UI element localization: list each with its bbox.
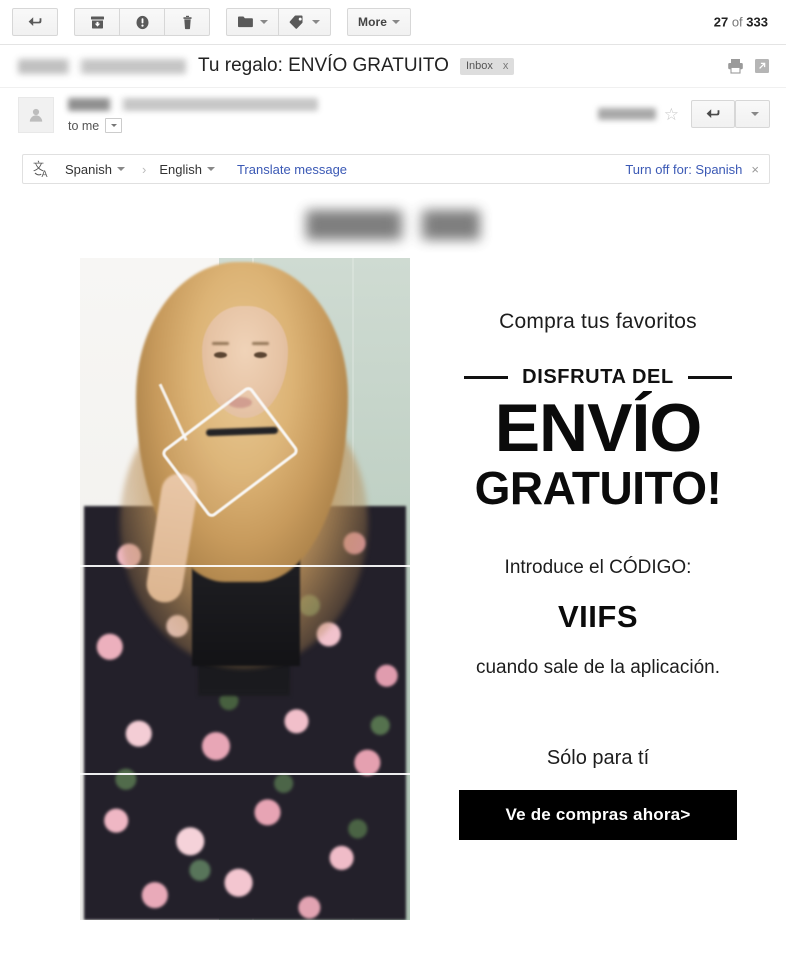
reply-button-group — [691, 100, 770, 128]
toolbar-group-more: More — [347, 8, 412, 36]
labels-tag-icon — [289, 15, 307, 29]
inbox-label-chip[interactable]: Inbox x — [459, 57, 515, 75]
chevron-down-icon — [751, 112, 759, 116]
person-avatar-icon — [26, 105, 46, 125]
model-eyebrow-left — [212, 342, 229, 345]
message-more-options-button[interactable] — [735, 100, 770, 128]
sender-details: to me — [68, 88, 318, 133]
delete-button[interactable] — [164, 8, 210, 36]
star-icon[interactable]: ☆ — [664, 106, 679, 123]
translate-message-link[interactable]: Translate message — [237, 162, 347, 177]
target-language-label: English — [159, 161, 202, 177]
model-eyebrow-right — [252, 342, 269, 345]
model-eye-left — [214, 352, 227, 358]
translate-bar: 文 A Spanish › English Translate message … — [22, 154, 770, 184]
email-body: Compra tus favoritos DISFRUTA DEL ENVÍO … — [0, 184, 786, 920]
translate-bar-right: Turn off for: Spanish × — [625, 162, 759, 177]
shop-now-button[interactable]: Ve de compras ahora> — [459, 789, 737, 840]
redacted-sender-name — [18, 58, 186, 74]
sender-actions: ☆ — [597, 100, 770, 128]
translate-icon: 文 A — [33, 159, 53, 179]
message-counter: 27 of 333 — [714, 15, 768, 30]
source-language-label: Spanish — [65, 161, 112, 177]
report-spam-button[interactable] — [119, 8, 165, 36]
counter-separator: of — [731, 14, 743, 30]
promo-code-note: cuando sale de la aplicación. — [475, 656, 720, 678]
toolbar-group-actions — [74, 8, 210, 36]
redacted-brand-logo — [306, 210, 480, 240]
open-in-new-window-icon[interactable] — [754, 58, 770, 74]
close-translate-bar-icon[interactable]: × — [751, 162, 759, 177]
promo-subheadline: Compra tus favoritos — [499, 310, 697, 333]
remove-label-icon[interactable]: x — [503, 60, 509, 72]
source-language-selector[interactable]: Spanish — [65, 162, 125, 177]
rule-left — [464, 376, 509, 379]
recipient-details-toggle[interactable] — [105, 118, 123, 133]
chevron-down-icon — [392, 20, 401, 24]
reply-icon — [705, 107, 722, 121]
archive-button[interactable] — [74, 8, 120, 36]
print-icon[interactable] — [727, 58, 744, 74]
promo-eyebrow-row: DISFRUTA DEL — [410, 366, 786, 389]
promo-code-intro: Introduce el CÓDIGO: — [504, 556, 692, 578]
page-title: Tu regalo: ENVÍO GRATUITO — [198, 55, 449, 76]
rule-right — [687, 376, 732, 379]
turn-off-translation-link[interactable]: Turn off for: Spanish — [625, 162, 742, 177]
promo-eyebrow: DISFRUTA DEL — [522, 366, 674, 388]
promo-closing: Sólo para tí — [546, 746, 650, 769]
recipient-line: to me — [68, 118, 318, 133]
back-to-inbox-button[interactable] — [12, 8, 58, 36]
toolbar-group-back — [12, 8, 58, 36]
toolbar-group-organize — [226, 8, 331, 36]
subject-actions — [727, 58, 770, 74]
photo-grid-line-1 — [80, 565, 410, 567]
move-to-folder-icon — [237, 15, 255, 29]
chevron-down-icon — [312, 20, 320, 24]
promo-copy: Compra tus favoritos DISFRUTA DEL ENVÍO … — [410, 258, 786, 920]
model-eye-right — [254, 352, 267, 358]
redacted-sender-address — [68, 98, 318, 111]
redacted-date — [597, 108, 656, 120]
chevron-down-icon — [206, 167, 215, 171]
more-button-label: More — [358, 15, 388, 29]
report-spam-icon — [135, 15, 150, 30]
trash-icon — [180, 15, 195, 30]
avatar — [18, 97, 54, 133]
move-to-button[interactable] — [226, 8, 279, 36]
back-arrow-icon — [27, 15, 44, 29]
message-toolbar: More 27 of 333 — [0, 0, 786, 45]
photo-grid-line-2 — [80, 773, 410, 775]
promo-code-value: VIIFS — [557, 598, 638, 634]
counter-total: 333 — [746, 14, 768, 30]
chevron-down-icon — [260, 20, 268, 24]
promo-layout: Compra tus favoritos DISFRUTA DEL ENVÍO … — [0, 258, 786, 920]
promo-headline-line2: GRATUITO! — [474, 462, 722, 515]
sender-row: to me ☆ — [0, 87, 786, 145]
target-language-selector[interactable]: English — [159, 162, 215, 177]
recipient-label: to me — [68, 118, 100, 133]
language-direction-arrow: › — [141, 161, 147, 177]
promo-headline-line1: ENVÍO — [494, 390, 703, 466]
archive-icon — [90, 15, 105, 30]
more-button[interactable]: More — [347, 8, 412, 36]
subject-row: Tu regalo: ENVÍO GRATUITO Inbox x — [0, 45, 786, 87]
chevron-down-icon — [116, 167, 125, 171]
reply-button[interactable] — [691, 100, 735, 128]
inbox-label-text: Inbox — [465, 59, 493, 72]
counter-current: 27 — [713, 14, 729, 30]
hero-image — [80, 258, 410, 920]
svg-text:A: A — [42, 169, 48, 179]
labels-button[interactable] — [278, 8, 331, 36]
